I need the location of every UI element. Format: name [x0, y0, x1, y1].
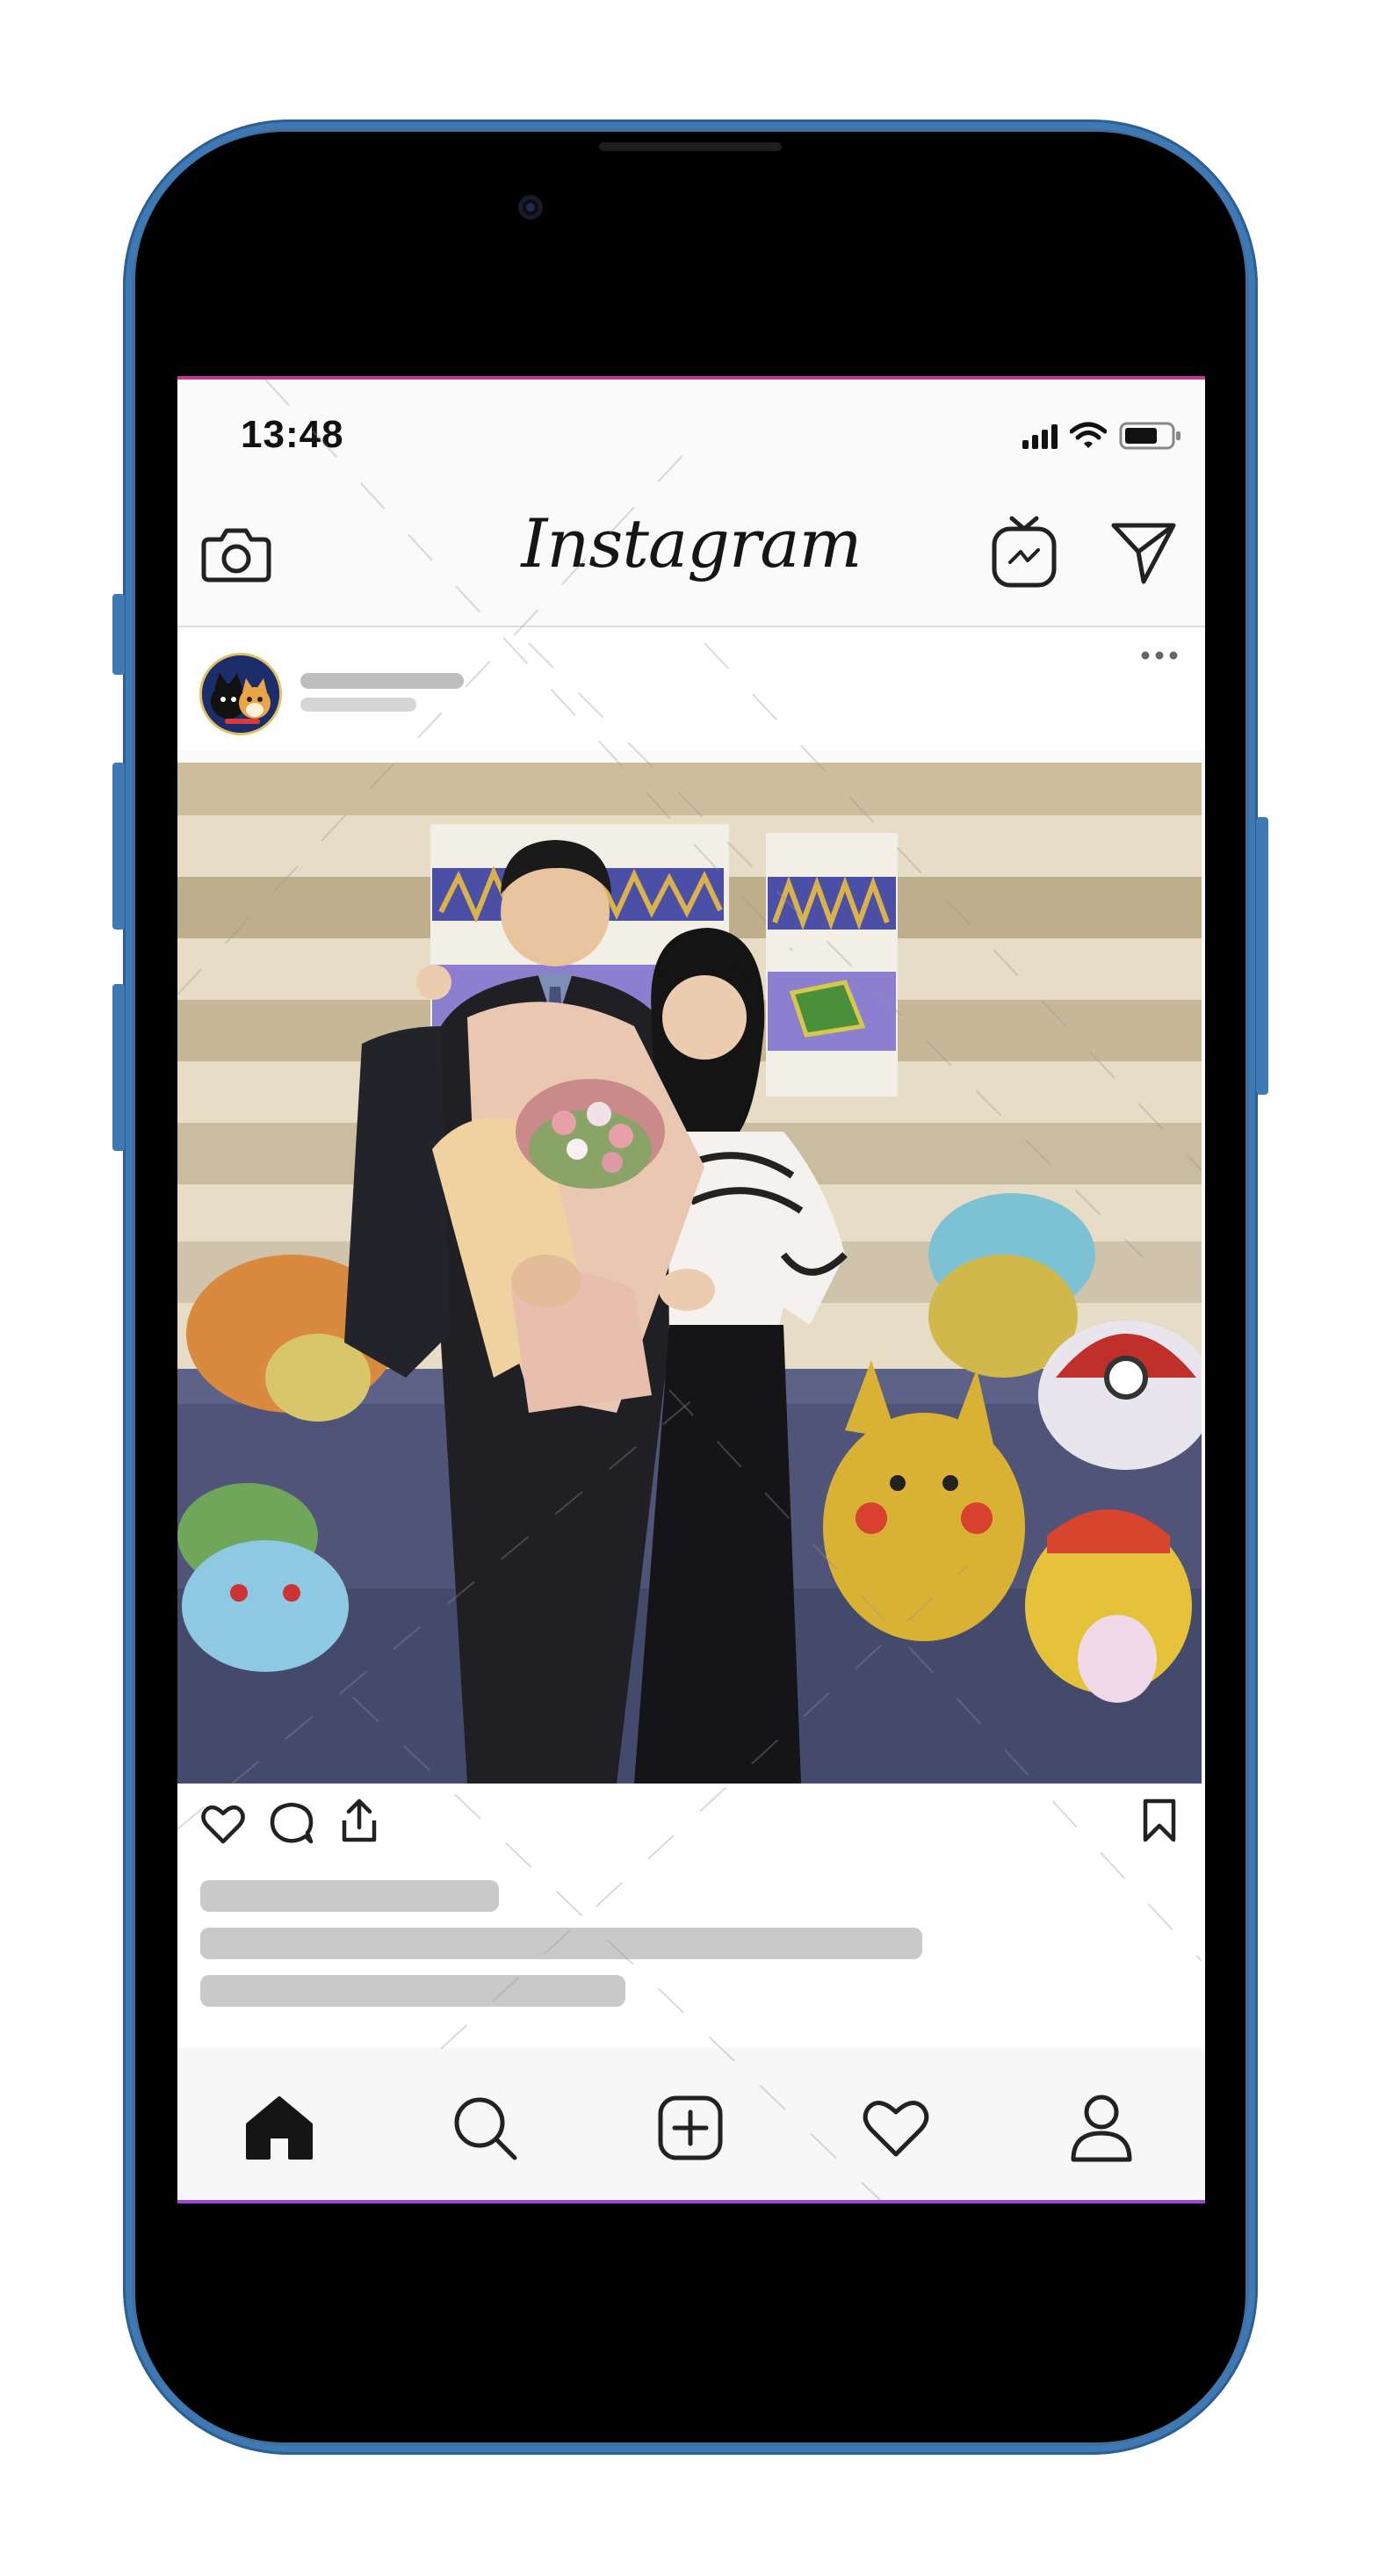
status-bar: 13:48: [177, 380, 1205, 467]
bottom-tab-bar: [177, 2049, 1205, 2200]
bookmark-icon[interactable]: [1142, 1798, 1177, 1843]
app-header: Instagram: [177, 467, 1205, 627]
location-placeholder: [300, 698, 416, 712]
post-image[interactable]: [177, 763, 1202, 1784]
tab-profile[interactable]: [1058, 2084, 1145, 2172]
caption-placeholder-line1: [200, 1928, 922, 1959]
tab-home[interactable]: [235, 2084, 323, 2172]
phone-screen: 13:48 Instagram: [177, 376, 1205, 2203]
post-header: [177, 627, 1205, 750]
volume-down-button: [112, 984, 125, 1151]
username-placeholder: [300, 673, 464, 689]
wifi-icon: [1070, 422, 1107, 448]
share-icon[interactable]: [337, 1796, 381, 1845]
activity-icon: [863, 2101, 929, 2157]
home-icon: [246, 2096, 313, 2160]
avatar-illustration: [202, 655, 279, 733]
front-camera: [518, 195, 543, 220]
igtv-icon[interactable]: [991, 515, 1058, 589]
cellular-signal-icon: [1022, 423, 1058, 449]
battery-icon: [1119, 422, 1180, 450]
volume-up-button: [112, 763, 125, 930]
post-actions: [177, 1784, 1205, 2047]
post-photo: [177, 763, 1202, 1784]
earpiece-speaker: [599, 142, 782, 151]
likes-placeholder: [200, 1880, 499, 1912]
power-button: [1256, 817, 1268, 1095]
mute-switch: [112, 594, 125, 675]
tab-new-post[interactable]: [646, 2084, 734, 2172]
new-post-icon: [658, 2095, 723, 2160]
tab-activity[interactable]: [852, 2084, 940, 2172]
comment-icon[interactable]: [269, 1801, 314, 1845]
status-time: 13:48: [241, 413, 344, 456]
caption-placeholder-line2: [200, 1975, 625, 2007]
more-options-icon[interactable]: [1140, 650, 1179, 661]
search-icon: [454, 2097, 517, 2160]
status-icons: [1022, 418, 1182, 453]
like-icon[interactable]: [200, 1803, 246, 1845]
profile-icon: [1071, 2095, 1132, 2162]
avatar[interactable]: [202, 655, 279, 733]
tab-search[interactable]: [441, 2084, 529, 2172]
direct-message-icon[interactable]: [1108, 518, 1179, 585]
